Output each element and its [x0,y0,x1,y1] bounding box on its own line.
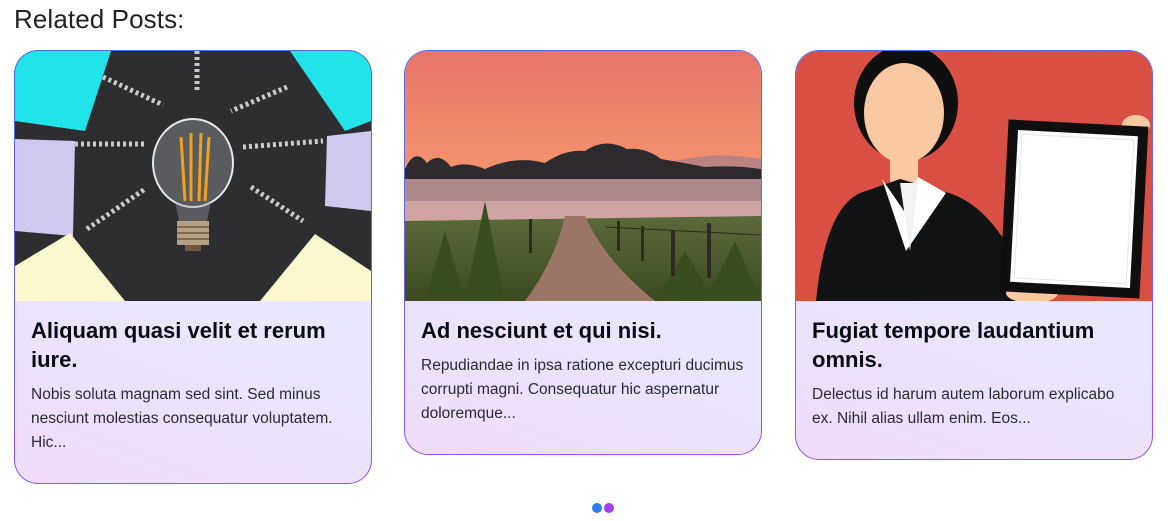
businesswoman-frame-image[interactable] [796,51,1152,301]
carousel-pagination [592,503,614,513]
post-excerpt: Repudiandae in ipsa ratione excepturi du… [421,357,744,422]
post-excerpt: Nobis soluta magnam sed sint. Sed minus … [31,386,333,451]
post-excerpt: Delectus id harum autem laborum explicab… [812,386,1115,427]
misty-path-sunset-image[interactable] [405,51,761,301]
post-card-2[interactable]: Ad nesciunt et qui nisi. Repudiandae in … [404,50,762,455]
related-posts-page: Related Posts: Aliquam quasi velit et re… [0,0,1168,521]
post-card-1[interactable]: Aliquam quasi velit et rerum iure. Nobis… [14,50,372,484]
lightbulb-image[interactable] [15,51,371,301]
post-title[interactable]: Aliquam quasi velit et rerum iure. [31,316,355,374]
post-title[interactable]: Fugiat tempore laudantium omnis. [812,316,1136,374]
section-title: Related Posts: [14,4,185,34]
pagination-dot-1[interactable] [592,503,602,513]
pagination-dot-2[interactable] [604,503,614,513]
post-card-3[interactable]: Fugiat tempore laudantium omnis. Delectu… [795,50,1153,460]
post-title[interactable]: Ad nesciunt et qui nisi. [421,316,745,345]
